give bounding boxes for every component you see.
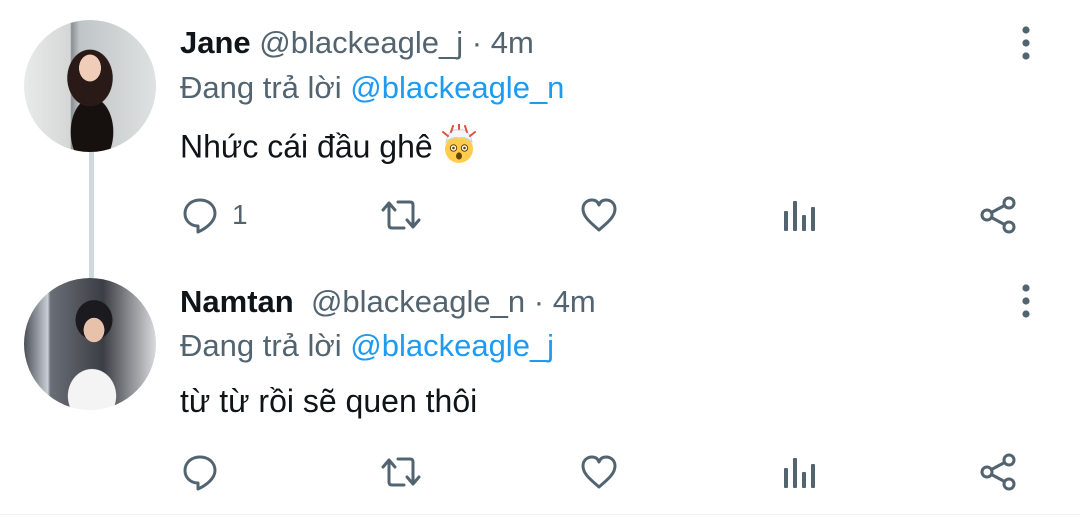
- tweet-actions: 1: [0, 190, 1080, 240]
- more-options-button[interactable]: [1012, 282, 1040, 322]
- tweet-text-content: từ từ rồi sẽ quen thôi: [180, 383, 478, 419]
- tweet-text: từ từ rồi sẽ quen thôi: [180, 380, 477, 422]
- timestamp[interactable]: 4m: [553, 284, 596, 319]
- replying-to: Đang trả lời @blackeagle_n: [180, 68, 564, 108]
- tweet-text-content: Nhức cái đầu ghê: [180, 128, 433, 165]
- like-button[interactable]: [579, 447, 619, 497]
- avatar[interactable]: [24, 20, 156, 152]
- views-icon: [784, 458, 815, 488]
- like-button[interactable]: [579, 190, 619, 240]
- tweet-jane[interactable]: Jane @blackeagle_j · 4m Đang trả lời @bl…: [0, 0, 1080, 270]
- retweet-button[interactable]: [380, 190, 422, 240]
- retweet-icon: [381, 457, 421, 487]
- tweet-header: Namtan @blackeagle_n · 4m: [180, 282, 596, 322]
- tweet-actions: [0, 447, 1080, 497]
- tweet-text: Nhức cái đầu ghê: [180, 123, 479, 174]
- views-button[interactable]: [780, 447, 820, 497]
- share-button[interactable]: [978, 447, 1018, 497]
- more-options-button[interactable]: [1012, 24, 1040, 64]
- mention-link[interactable]: @blackeagle_n: [350, 70, 564, 105]
- avatar[interactable]: [24, 278, 156, 410]
- bottom-divider: [0, 514, 1080, 515]
- mention-link[interactable]: @blackeagle_j: [350, 328, 554, 363]
- reply-button[interactable]: [180, 447, 232, 497]
- display-name[interactable]: Namtan: [180, 284, 294, 319]
- timestamp[interactable]: 4m: [491, 25, 534, 60]
- share-icon: [980, 196, 1016, 234]
- replying-to: Đang trả lời @blackeagle_j: [180, 326, 554, 366]
- exploding-head-emoji: [439, 123, 479, 174]
- user-handle[interactable]: @blackeagle_n: [311, 284, 525, 319]
- tweet-namtan[interactable]: Namtan @blackeagle_n · 4m Đang trả lời @…: [0, 270, 1080, 519]
- views-button[interactable]: [780, 190, 820, 240]
- share-button[interactable]: [978, 190, 1018, 240]
- retweet-button[interactable]: [380, 447, 422, 497]
- like-icon: [581, 455, 617, 489]
- more-icon: [1022, 284, 1030, 318]
- replying-to-label: Đang trả lời: [180, 70, 342, 105]
- display-name[interactable]: Jane: [180, 25, 251, 60]
- separator-dot: ·: [533, 284, 545, 319]
- reply-icon: [183, 198, 217, 234]
- views-icon: [784, 201, 815, 231]
- reply-count: 1: [232, 199, 248, 230]
- retweet-icon: [381, 200, 421, 230]
- replying-to-label: Đang trả lời: [180, 328, 342, 363]
- reply-icon: [183, 455, 217, 491]
- user-handle[interactable]: @blackeagle_j: [259, 25, 463, 60]
- share-icon: [980, 453, 1016, 491]
- like-icon: [581, 198, 617, 232]
- tweet-header: Jane @blackeagle_j · 4m: [180, 23, 534, 63]
- more-icon: [1022, 26, 1030, 60]
- separator-dot: ·: [471, 25, 483, 60]
- reply-button[interactable]: 1: [180, 190, 248, 240]
